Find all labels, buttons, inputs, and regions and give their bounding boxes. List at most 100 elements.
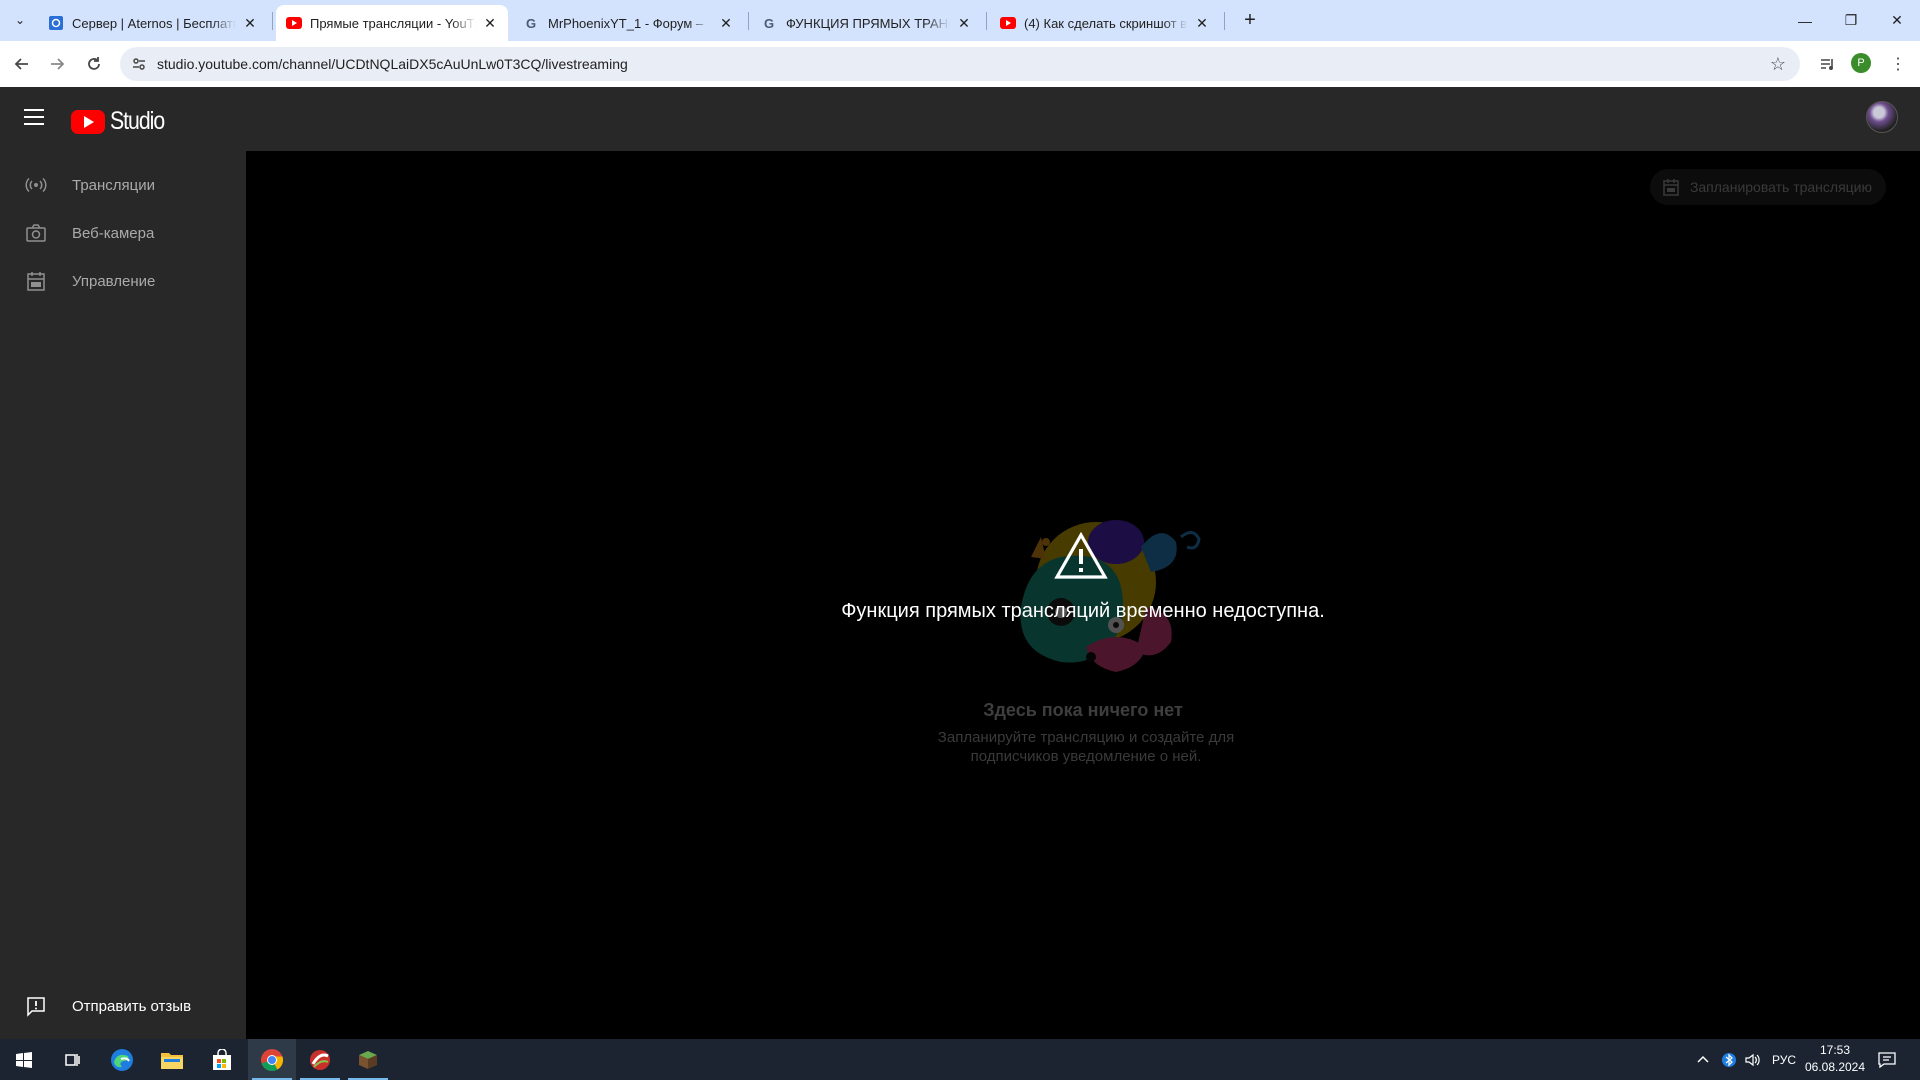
google-favicon-icon: G <box>524 15 540 31</box>
app-red-icon <box>310 1049 330 1070</box>
error-message: Функция прямых трансляций временно недос… <box>841 600 1325 622</box>
broadcast-icon <box>25 174 47 196</box>
empty-state-title: Здесь пока ничего нет <box>983 700 1183 720</box>
tab-close-icon[interactable]: ✕ <box>718 15 734 31</box>
studio-logo[interactable]: Studio <box>71 107 174 136</box>
browser-menu-icon[interactable]: ⋮ <box>1886 52 1910 76</box>
windows-logo-icon <box>16 1051 32 1068</box>
notifications-icon[interactable] <box>1878 1039 1896 1080</box>
youtube-logo-icon <box>71 109 105 134</box>
new-tab-button[interactable]: + <box>1236 8 1264 32</box>
arrow-right-icon <box>51 58 65 70</box>
edge-icon <box>111 1048 133 1071</box>
bluetooth-icon[interactable] <box>1722 1039 1736 1080</box>
tab-youtube-video[interactable]: (4) Как сделать скриншот в Windows ✕ <box>990 5 1220 41</box>
tab-separator <box>1224 12 1225 30</box>
main-content: Запланировать трансляцию Функция прямых … <box>246 151 1920 1039</box>
back-button[interactable] <box>8 50 36 78</box>
svg-text:G: G <box>526 16 536 31</box>
tab-youtube-livestreams[interactable]: Прямые трансляции - YouTube ✕ <box>276 5 508 41</box>
site-settings-icon[interactable] <box>130 55 148 73</box>
task-view-icon <box>65 1053 80 1066</box>
schedule-stream-label: Запланировать трансляцию <box>1689 179 1872 195</box>
url-text[interactable]: studio.youtube.com/channel/UCDtNQLaiDX5c… <box>157 56 628 72</box>
taskbar-file-explorer[interactable] <box>148 1039 196 1080</box>
tab-close-icon[interactable]: ✕ <box>242 15 258 31</box>
browser-profile-avatar[interactable]: P <box>1851 53 1871 73</box>
minecraft-icon <box>359 1050 377 1069</box>
clock-time: 17:53 <box>1819 1043 1851 1057</box>
tab-close-icon[interactable]: ✕ <box>956 15 972 31</box>
hamburger-menu-icon[interactable] <box>24 109 44 125</box>
store-icon <box>213 1048 231 1070</box>
account-avatar[interactable] <box>1866 101 1898 133</box>
bookmark-star-icon[interactable]: ☆ <box>1770 54 1786 75</box>
tab-close-icon[interactable]: ✕ <box>482 15 498 31</box>
reload-icon <box>88 57 100 70</box>
tab-close-icon[interactable]: ✕ <box>1194 15 1210 31</box>
sidebar-item-manage[interactable]: Управление <box>0 257 246 305</box>
warning-icon <box>1054 532 1108 579</box>
tab-separator <box>748 12 749 30</box>
reload-button[interactable] <box>80 50 108 78</box>
minimize-button[interactable]: — <box>1782 0 1828 41</box>
browser-tab-strip: ⌄ Сервер | Aternos | Бесплатный ✕ Прямые… <box>0 0 1920 41</box>
tab-title: Прямые трансляции - YouTube <box>310 15 476 31</box>
sidebar-item-label: Трансляции <box>72 176 156 194</box>
task-view-button[interactable] <box>48 1039 96 1080</box>
taskbar-app-red[interactable] <box>296 1039 344 1080</box>
windows-taskbar: РУС 17:53 06.08.2024 <box>0 1039 1920 1080</box>
chrome-icon <box>261 1048 284 1071</box>
restore-button[interactable]: ❐ <box>1828 0 1874 41</box>
language-indicator[interactable]: РУС <box>1772 1039 1796 1080</box>
tab-google-search[interactable]: G ФУНКЦИЯ ПРЯМЫХ ТРАНСЛЯЦИЙ ✕ <box>752 5 982 41</box>
taskbar-chrome[interactable] <box>248 1039 296 1080</box>
arrow-left-icon <box>14 58 28 70</box>
close-window-button[interactable]: ✕ <box>1874 0 1920 41</box>
svg-text:G: G <box>764 16 774 31</box>
volume-icon[interactable] <box>1744 1039 1762 1080</box>
clock-date: 06.08.2024 <box>1804 1060 1866 1074</box>
browser-toolbar: studio.youtube.com/channel/UCDtNQLaiDX5c… <box>0 41 1920 87</box>
forward-button[interactable] <box>43 50 71 78</box>
tab-title: MrPhoenixYT_1 - Форум – <box>548 15 704 31</box>
sidebar-item-webcam[interactable]: Веб-камера <box>0 209 246 257</box>
youtube-favicon-icon <box>286 15 302 31</box>
empty-state-illustration <box>1020 520 1201 672</box>
chevron-down-icon: ⌄ <box>14 13 26 27</box>
calendar-icon <box>25 270 47 292</box>
chevron-up-icon <box>1697 1055 1709 1063</box>
tab-separator <box>272 12 273 30</box>
tab-forum[interactable]: G MrPhoenixYT_1 - Форум – ✕ <box>514 5 744 41</box>
sidebar: Трансляции Веб-камера Управление Отправи… <box>0 151 246 1039</box>
tab-aternos[interactable]: Сервер | Aternos | Бесплатный ✕ <box>38 5 268 41</box>
studio-logo-text: Studio <box>110 107 165 135</box>
schedule-stream-button[interactable]: Запланировать трансляцию <box>1649 169 1886 205</box>
studio-header: Studio <box>0 87 1920 151</box>
show-hidden-icons-button[interactable] <box>1696 1039 1710 1080</box>
tab-search-button[interactable]: ⌄ <box>8 8 32 32</box>
taskbar-clock[interactable]: 17:53 06.08.2024 <box>1800 1042 1870 1076</box>
sidebar-item-label: Веб-камера <box>72 224 155 242</box>
folder-icon <box>161 1052 183 1069</box>
address-bar[interactable]: studio.youtube.com/channel/UCDtNQLaiDX5c… <box>120 47 1800 81</box>
taskbar-edge[interactable] <box>98 1039 146 1080</box>
sidebar-item-broadcasts[interactable]: Трансляции <box>0 161 246 209</box>
google-favicon-icon: G <box>762 15 778 31</box>
youtube-favicon-icon <box>1000 15 1016 31</box>
camera-icon <box>25 222 47 244</box>
windows-start-button[interactable] <box>0 1039 48 1080</box>
feedback-label: Отправить отзыв <box>72 997 192 1015</box>
media-control-icon[interactable] <box>1815 52 1839 76</box>
tab-separator <box>986 12 987 30</box>
feedback-icon <box>25 995 47 1017</box>
tab-title: ФУНКЦИЯ ПРЯМЫХ ТРАНСЛЯЦИЙ <box>786 15 950 31</box>
calendar-icon <box>1662 178 1680 196</box>
tab-title: (4) Как сделать скриншот в Windows <box>1024 15 1188 31</box>
send-feedback-button[interactable]: Отправить отзыв <box>0 982 246 1030</box>
tab-title: Сервер | Aternos | Бесплатный <box>72 15 236 31</box>
taskbar-store[interactable] <box>198 1039 246 1080</box>
taskbar-minecraft[interactable] <box>344 1039 392 1080</box>
sidebar-item-label: Управление <box>72 272 156 290</box>
aternos-favicon-icon <box>48 15 64 31</box>
